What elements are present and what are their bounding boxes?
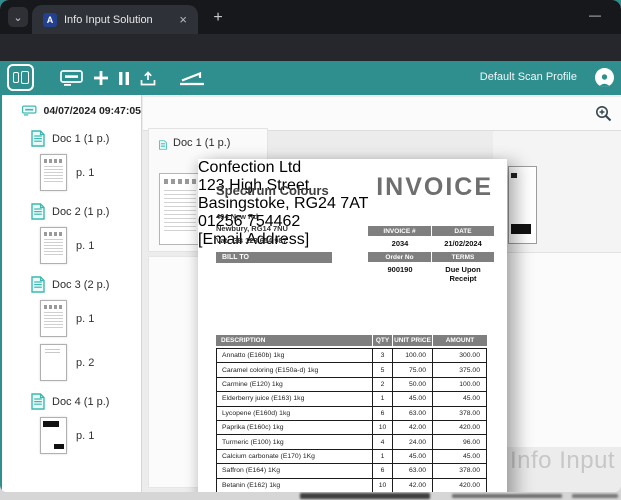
table-row: Calcium carbonate (E170) 1Kg 1 45.00 45.…: [216, 450, 487, 464]
page-thumbnail[interactable]: [40, 227, 67, 264]
tab-close-icon[interactable]: ×: [176, 12, 190, 27]
doc-label-row[interactable]: Doc 3 (2 p.): [31, 276, 141, 293]
account-icon[interactable]: [595, 68, 614, 87]
background-window: [452, 494, 562, 498]
invoice-date: 21/02/2024: [432, 239, 494, 248]
table-row: Carmine (E120) 1kg 2 50.00 100.00: [216, 378, 487, 392]
document-icon: [159, 136, 167, 154]
page-label: p. 2: [76, 357, 94, 369]
batch-button[interactable]: [60, 69, 83, 87]
page-label: p. 1: [76, 167, 94, 179]
document-icon: [31, 393, 45, 410]
page-thumbnail[interactable]: [40, 344, 67, 381]
page-label: p. 1: [76, 240, 94, 252]
pause-button[interactable]: [119, 72, 129, 85]
doc-label: Doc 1 (1 p.): [52, 133, 109, 145]
scan-profile-label[interactable]: Default Scan Profile: [480, 71, 577, 83]
doc-node: Doc 3 (2 p.) p. 1 p. 2: [2, 276, 141, 381]
items-table-header: DESCRIPTION QTY UNIT PRICE AMOUNT: [216, 335, 487, 346]
table-row: Elderberry juice (E163) 1kg 1 45.00 45.0…: [216, 392, 487, 406]
app-logo-icon: [7, 64, 34, 91]
doc-node: Doc 4 (1 p.) p. 1: [2, 393, 141, 454]
watermark-text: Info Input Solution: [510, 447, 621, 475]
doc-label: Doc 3 (2 p.): [52, 279, 109, 291]
page-thumbnail[interactable]: [40, 417, 67, 454]
table-row: Lycopene (E160d) 1kg 6 63.00 378.00: [216, 407, 487, 421]
document-tree-sidebar: 04/07/2024 09:47:05: [2, 95, 142, 492]
table-row: Betanin (E162) 1kg 10 42.00 420.00: [216, 479, 487, 492]
doc-label-row[interactable]: Doc 2 (1 p.): [31, 203, 141, 220]
app-toolbar: Default Scan Profile: [0, 61, 621, 95]
table-row: Annatto (E160b) 1kg 3 100.00 300.00: [216, 349, 487, 363]
doc-node: Doc 2 (1 p.) p. 1: [2, 203, 141, 264]
doc-node: Doc 1 (1 p.) p. 1: [2, 130, 141, 191]
window-minimize-button[interactable]: —: [581, 4, 609, 26]
invoice-terms: Due Upon Receipt: [432, 265, 494, 283]
invoice-company-name: Spectrum Colours: [216, 183, 329, 198]
browser-tab[interactable]: A Info Input Solution ×: [32, 5, 198, 34]
page-node[interactable]: p. 1: [40, 417, 141, 454]
invoice-number: 2034: [368, 239, 432, 248]
zoom-in-icon[interactable]: [595, 105, 612, 122]
tab-strip: ⌄ A Info Input Solution × + —: [0, 0, 621, 34]
background-window: [300, 493, 430, 499]
page-node[interactable]: p. 1: [40, 227, 141, 264]
table-row: Caramel coloring (E150a-d) 1kg 5 75.00 3…: [216, 363, 487, 377]
batch-timestamp: 04/07/2024 09:47:05: [44, 105, 142, 117]
page-thumbnail[interactable]: [508, 166, 537, 244]
bill-to-header: BILL TO: [216, 252, 332, 263]
scanner-button[interactable]: [179, 70, 205, 87]
table-row: Saffron (E164) 1Kg 6 63.00 378.00: [216, 464, 487, 478]
page-label: p. 1: [76, 430, 94, 442]
upload-button[interactable]: [140, 71, 156, 86]
table-row: Paprika (E160c) 1kg 10 42.00 420.00: [216, 421, 487, 435]
page-node[interactable]: p. 1: [40, 154, 141, 191]
document-icon: [31, 130, 45, 147]
invoice-meta-top: INVOICE # DATE 2034 21/02/2024: [368, 226, 494, 248]
new-tab-button[interactable]: +: [208, 8, 228, 28]
batch-node[interactable]: 04/07/2024 09:47:05: [22, 103, 141, 118]
order-number: 900190: [368, 265, 432, 283]
invoice-title: INVOICE: [376, 173, 493, 202]
invoice-items-table: DESCRIPTION QTY UNIT PRICE AMOUNT Annatt…: [216, 335, 487, 492]
document-icon: [31, 203, 45, 220]
invoice-page-preview[interactable]: Spectrum Colours INVOICE 404 New Rd Newb…: [198, 159, 507, 492]
table-row: Turmeric (E100) 1kg 4 24.00 96.00: [216, 435, 487, 449]
preview-toolbar: [143, 97, 621, 131]
browser-window: ⌄ A Info Input Solution × + — ← → ⟳ dem: [0, 0, 621, 492]
invoice-meta-order: Order No TERMS 900190 Due Upon Receipt: [368, 252, 494, 283]
batch-icon: [22, 103, 37, 118]
tab-favicon-icon: A: [43, 13, 57, 27]
tab-search-button[interactable]: ⌄: [8, 7, 28, 27]
page-node[interactable]: p. 1: [40, 300, 141, 337]
background-window: [572, 494, 618, 498]
page-thumbnail[interactable]: [40, 154, 67, 191]
doc-card-background: [493, 253, 621, 447]
address-bar: ← → ⟳ demo.aac-cloud.co.uk/client-html/ …: [0, 34, 621, 61]
page-label: p. 1: [76, 313, 94, 325]
page-node[interactable]: p. 2: [40, 344, 141, 381]
tab-title: Info Input Solution: [64, 14, 176, 26]
doc-label: Doc 4 (1 p.): [52, 396, 109, 408]
doc-label-row[interactable]: Doc 4 (1 p.): [31, 393, 141, 410]
app-content: 04/07/2024 09:47:05: [0, 95, 621, 492]
page-thumbnail[interactable]: [40, 300, 67, 337]
page-thumbnail[interactable]: [159, 173, 201, 245]
document-icon: [31, 276, 45, 293]
doc-label: Doc 2 (1 p.): [52, 206, 109, 218]
screen: ⌄ A Info Input Solution × + — ← → ⟳ dem: [0, 0, 621, 500]
add-button[interactable]: [94, 71, 108, 85]
doc-label-row[interactable]: Doc 1 (1 p.): [31, 130, 141, 147]
doc-card-label: Doc 1 (1 p.): [173, 136, 203, 150]
invoice-company-address: 404 New Rd Newbury, RG14 7NU Vat: GB 123…: [216, 211, 288, 247]
